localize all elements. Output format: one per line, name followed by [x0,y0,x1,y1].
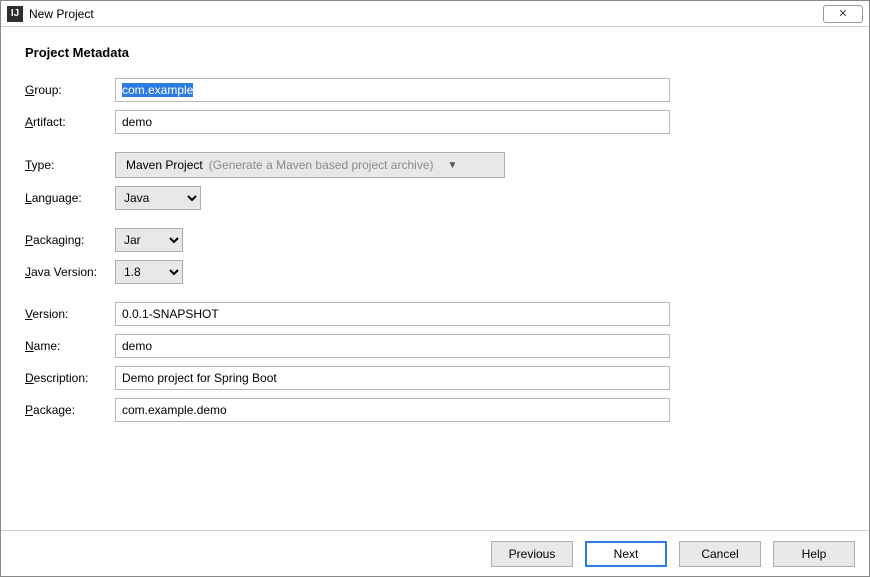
packaging-select[interactable]: Jar [115,228,183,252]
artifact-input[interactable] [115,110,670,134]
window-title: New Project [29,7,94,21]
titlebar: IJ New Project ✕ [1,1,869,27]
section-title: Project Metadata [25,45,845,60]
app-icon: IJ [7,6,23,22]
description-input[interactable] [115,366,670,390]
name-label: Name: [25,330,115,362]
java-version-select[interactable]: 1.8 [115,260,183,284]
package-label: Package: [25,394,115,426]
group-label: Group: [25,74,115,106]
previous-button[interactable]: Previous [491,541,573,567]
type-label: Type: [25,148,115,182]
version-label: Version: [25,298,115,330]
form: Group: Artifact: Type: Maven Project (Ge… [25,74,670,426]
name-input[interactable] [115,334,670,358]
description-label: Description: [25,362,115,394]
footer: Previous Next Cancel Help [1,530,869,576]
artifact-label: Artifact: [25,106,115,138]
type-select-hint: (Generate a Maven based project archive) [209,158,434,172]
chevron-down-icon: ▼ [448,160,458,171]
type-select[interactable]: Maven Project (Generate a Maven based pr… [115,152,505,178]
help-button[interactable]: Help [773,541,855,567]
language-label: Language: [25,182,115,214]
language-select[interactable]: Java [115,186,201,210]
version-input[interactable] [115,302,670,326]
content-area: Project Metadata Group: Artifact: Type: [1,27,869,426]
close-icon: ✕ [838,7,847,20]
package-input[interactable] [115,398,670,422]
group-input[interactable] [115,78,670,102]
packaging-label: Packaging: [25,224,115,256]
type-select-value: Maven Project [126,158,203,172]
cancel-button[interactable]: Cancel [679,541,761,567]
java-version-label: Java Version: [25,256,115,288]
next-button[interactable]: Next [585,541,667,567]
close-button[interactable]: ✕ [823,5,863,23]
